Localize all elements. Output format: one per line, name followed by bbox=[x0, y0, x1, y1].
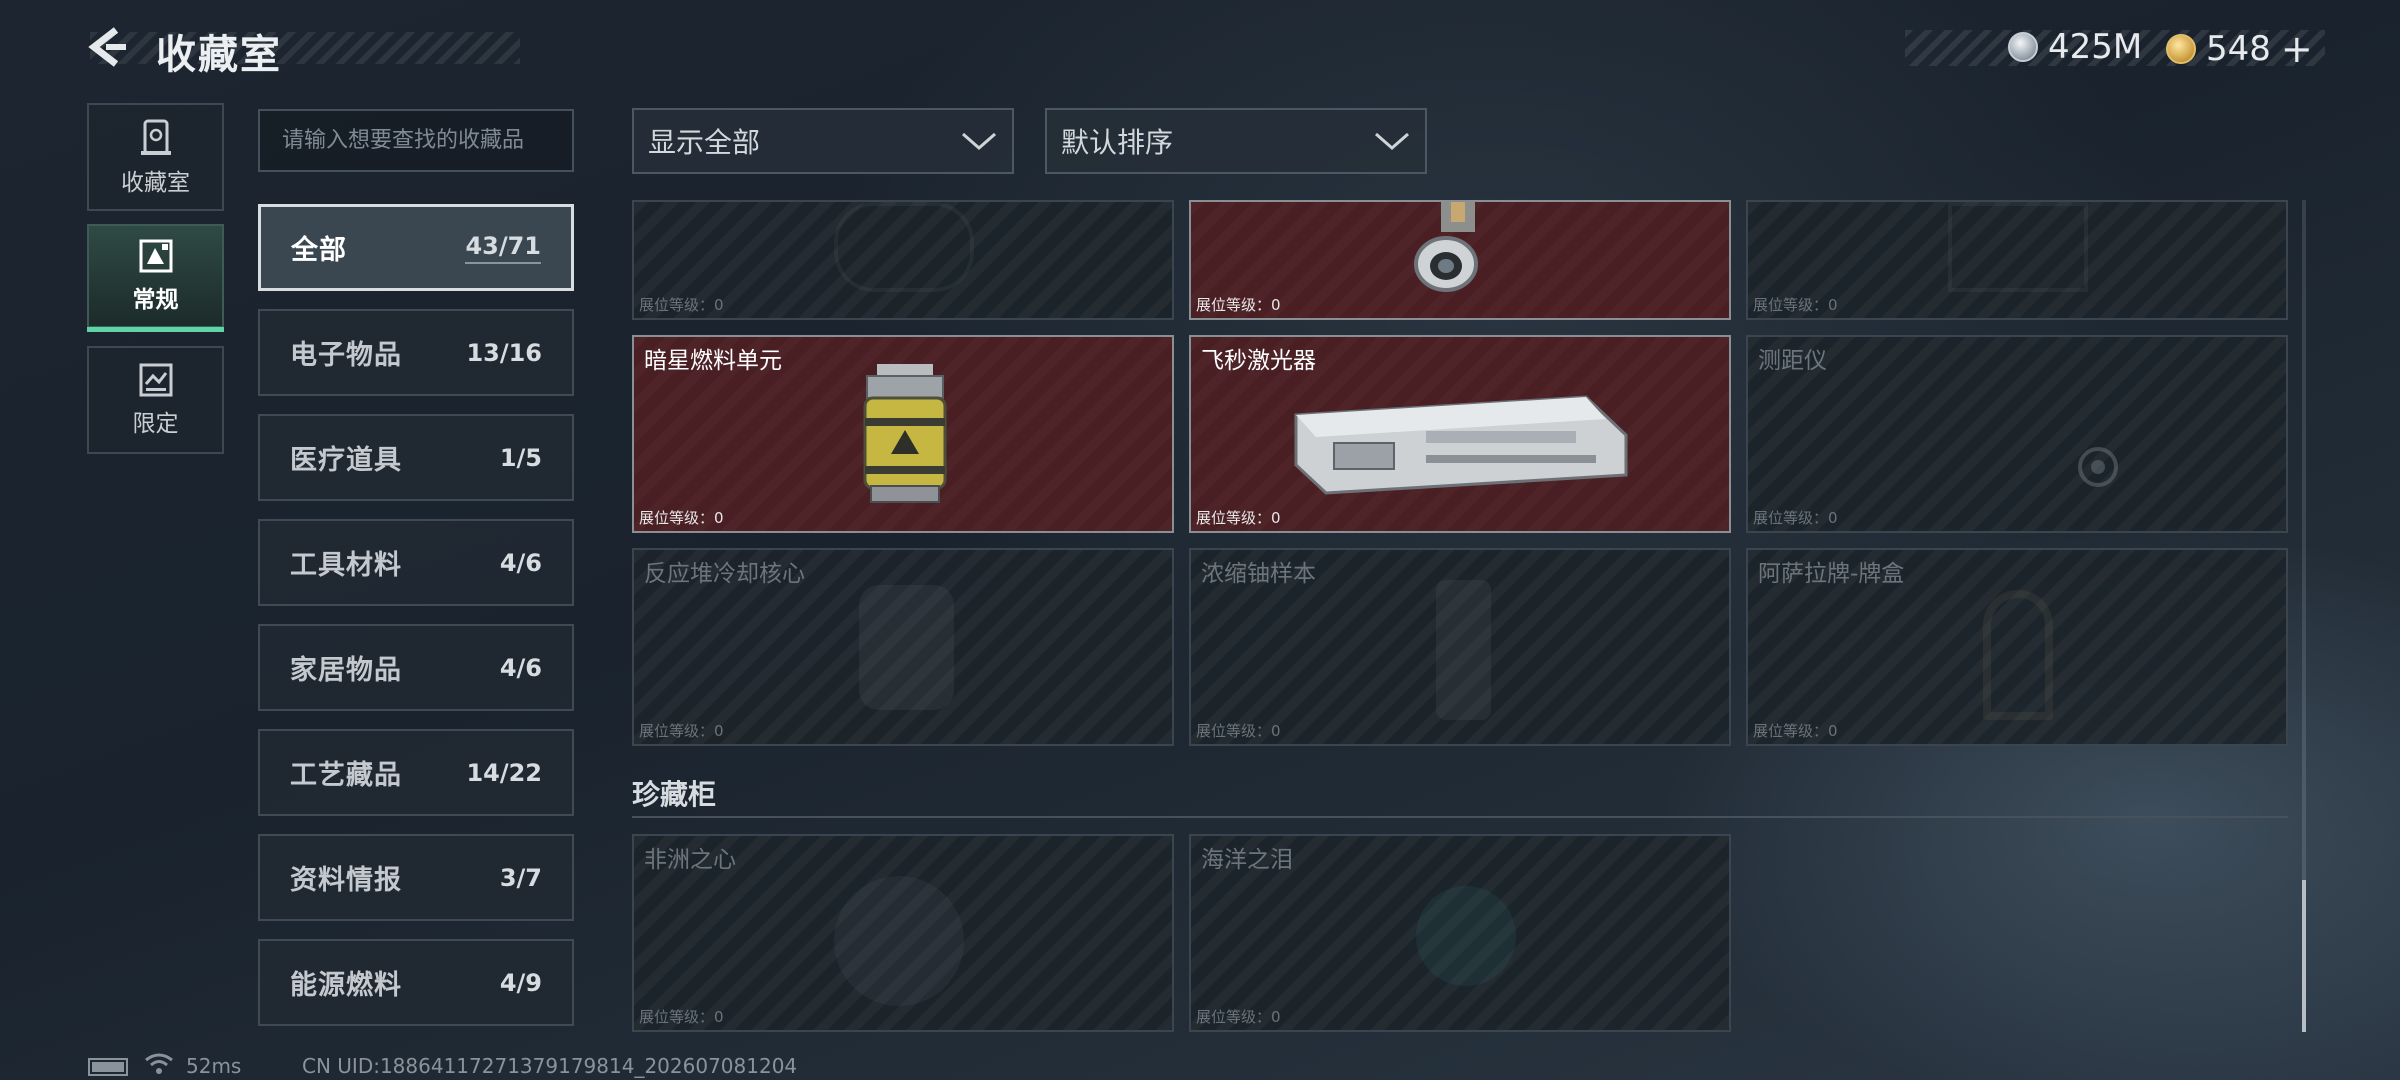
item-card[interactable]: 展位等级：0 bbox=[1746, 200, 2288, 320]
category-electronics[interactable]: 电子物品 13/16 bbox=[258, 309, 574, 396]
silver-coin-icon bbox=[2008, 32, 2038, 62]
category-intel[interactable]: 资料情报 3/7 bbox=[258, 834, 574, 921]
category-all[interactable]: 全部 43/71 bbox=[258, 204, 574, 291]
page-title: 收藏室 bbox=[156, 32, 282, 78]
rangefinder-silhouette bbox=[2078, 447, 2118, 487]
section-title: 珍藏柜 bbox=[632, 778, 717, 811]
gold-coin-icon bbox=[2166, 34, 2196, 64]
nav-label: 限定 bbox=[132, 411, 179, 437]
section-divider bbox=[632, 816, 2288, 818]
category-medical[interactable]: 医疗道具 1/5 bbox=[258, 414, 574, 501]
item-level: 展位等级：0 bbox=[1753, 722, 1838, 740]
item-card[interactable]: 反应堆冷却核心 展位等级：0 bbox=[632, 548, 1174, 746]
title-strip-decoration bbox=[90, 32, 520, 64]
chevron-down-icon bbox=[962, 132, 996, 150]
back-arrow-icon bbox=[88, 27, 126, 67]
item-name: 非洲之心 bbox=[644, 847, 736, 873]
item-level: 展位等级：0 bbox=[1753, 296, 1838, 314]
item-silhouette bbox=[859, 585, 954, 710]
item-level: 展位等级：0 bbox=[1196, 296, 1281, 314]
category-name: 家居物品 bbox=[290, 655, 402, 686]
item-card-owned[interactable]: 展位等级：0 bbox=[1189, 200, 1731, 320]
sort-dropdown[interactable]: 默认排序 bbox=[1045, 108, 1427, 174]
category-count: 14/22 bbox=[466, 758, 542, 787]
category-count: 4/6 bbox=[499, 548, 542, 577]
item-card[interactable]: 阿萨拉牌-牌盒 展位等级：0 bbox=[1746, 548, 2288, 746]
gold-amount: 548 bbox=[2206, 29, 2271, 69]
item-name: 浓缩铀样本 bbox=[1201, 561, 1316, 587]
category-count: 3/7 bbox=[499, 863, 542, 892]
item-card[interactable]: 浓缩铀样本 展位等级：0 bbox=[1189, 548, 1731, 746]
gold-currency: 548 + bbox=[2166, 27, 2313, 71]
item-name: 海洋之泪 bbox=[1201, 847, 1293, 873]
chevron-down-icon bbox=[1375, 132, 1409, 150]
category-count: 43/71 bbox=[465, 232, 541, 264]
limited-icon bbox=[139, 363, 172, 397]
item-card[interactable]: 海洋之泪 展位等级：0 bbox=[1189, 834, 1731, 1032]
item-silhouette bbox=[1948, 202, 2088, 292]
category-tools[interactable]: 工具材料 4/6 bbox=[258, 519, 574, 606]
add-currency-button[interactable]: + bbox=[2281, 27, 2313, 71]
category-energy[interactable]: 能源燃料 4/9 bbox=[258, 939, 574, 1026]
category-household[interactable]: 家居物品 4/6 bbox=[258, 624, 574, 711]
collection-room-icon bbox=[140, 119, 171, 155]
item-silhouette bbox=[834, 202, 974, 292]
silver-amount: 425M bbox=[2048, 27, 2143, 67]
item-silhouette bbox=[834, 876, 964, 1006]
uid-text: CN UID:18864117271379179814_202607081204 bbox=[302, 1054, 798, 1078]
item-name: 飞秒激光器 bbox=[1201, 348, 1316, 374]
laser-item-image bbox=[1294, 395, 1628, 495]
regular-icon bbox=[139, 239, 172, 273]
item-level: 展位等级：0 bbox=[1196, 1008, 1281, 1026]
nav-regular[interactable]: 常规 bbox=[87, 224, 224, 332]
item-level: 展位等级：0 bbox=[1196, 509, 1281, 527]
item-name: 反应堆冷却核心 bbox=[644, 561, 805, 587]
item-level: 展位等级：0 bbox=[1753, 509, 1838, 527]
back-button[interactable] bbox=[86, 24, 130, 70]
item-silhouette bbox=[1416, 886, 1516, 986]
battery-icon bbox=[88, 1058, 128, 1076]
item-card[interactable]: 测距仪 展位等级：0 bbox=[1746, 335, 2288, 533]
category-name: 能源燃料 bbox=[290, 970, 402, 1001]
item-name: 阿萨拉牌-牌盒 bbox=[1758, 561, 1905, 587]
item-card[interactable]: 展位等级：0 bbox=[632, 200, 1174, 320]
item-card-owned[interactable]: 暗星燃料单元 展位等级：0 bbox=[632, 335, 1174, 533]
item-silhouette bbox=[1983, 590, 2053, 720]
nav-limited[interactable]: 限定 bbox=[87, 346, 224, 454]
dropdown-label: 默认排序 bbox=[1061, 126, 1174, 159]
category-crafts[interactable]: 工艺藏品 14/22 bbox=[258, 729, 574, 816]
category-count: 1/5 bbox=[499, 443, 542, 472]
category-name: 电子物品 bbox=[290, 340, 402, 371]
fuel-cell-item-image bbox=[863, 364, 947, 503]
scrollbar-thumb[interactable] bbox=[2302, 880, 2306, 1032]
item-card-owned[interactable]: 飞秒激光器 展位等级：0 bbox=[1189, 335, 1731, 533]
wifi-icon bbox=[145, 1053, 173, 1074]
category-name: 工具材料 bbox=[290, 550, 402, 581]
category-name: 医疗道具 bbox=[290, 445, 402, 476]
category-name: 资料情报 bbox=[290, 865, 402, 896]
item-level: 展位等级：0 bbox=[639, 296, 724, 314]
item-card[interactable]: 非洲之心 展位等级：0 bbox=[632, 834, 1174, 1032]
category-name: 全部 bbox=[291, 235, 347, 266]
nav-collection-room[interactable]: 收藏室 bbox=[87, 103, 224, 211]
item-name: 测距仪 bbox=[1758, 348, 1827, 374]
nav-label: 收藏室 bbox=[121, 170, 190, 196]
item-silhouette bbox=[1436, 580, 1491, 720]
category-count: 4/6 bbox=[499, 653, 542, 682]
item-level: 展位等级：0 bbox=[639, 509, 724, 527]
silver-currency: 425M bbox=[2008, 27, 2142, 67]
item-level: 展位等级：0 bbox=[1196, 722, 1281, 740]
lens-item-image bbox=[1414, 202, 1478, 292]
item-level: 展位等级：0 bbox=[639, 1008, 724, 1026]
category-name: 工艺藏品 bbox=[290, 760, 402, 791]
item-name: 暗星燃料单元 bbox=[644, 348, 782, 374]
show-filter-dropdown[interactable]: 显示全部 bbox=[632, 108, 1014, 174]
search-input[interactable] bbox=[258, 109, 574, 172]
category-count: 4/9 bbox=[499, 968, 542, 997]
category-count: 13/16 bbox=[466, 338, 542, 367]
dropdown-label: 显示全部 bbox=[648, 126, 761, 159]
ping-value: 52ms bbox=[186, 1054, 242, 1078]
nav-label: 常规 bbox=[132, 287, 179, 313]
item-level: 展位等级：0 bbox=[639, 722, 724, 740]
